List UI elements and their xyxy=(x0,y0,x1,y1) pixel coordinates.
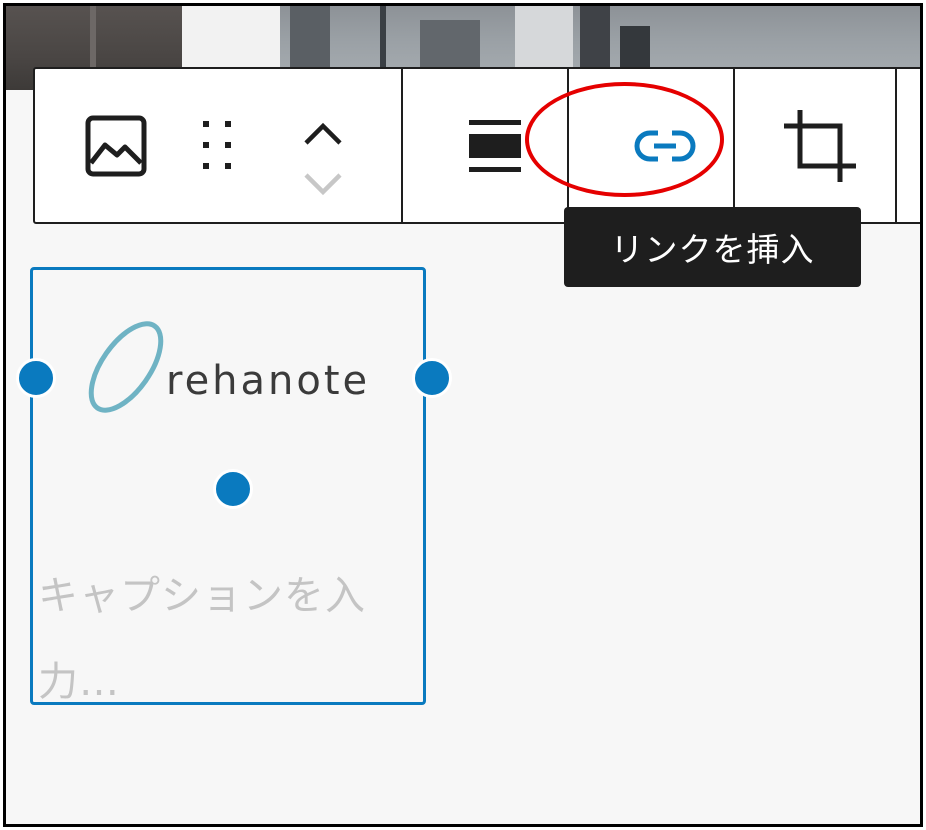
block-toolbar xyxy=(33,67,920,224)
selected-image-block[interactable]: rehanote キャプションを入力… xyxy=(16,267,452,705)
align-button[interactable] xyxy=(445,69,545,222)
link-tooltip: リンクを挿入 xyxy=(564,207,861,287)
toolbar-divider xyxy=(567,69,569,222)
drag-handle-button[interactable] xyxy=(193,69,243,222)
editor-canvas: リンクを挿入 rehanote キャプションを入力… xyxy=(3,3,923,827)
logo-text: rehanote xyxy=(166,358,371,404)
toolbar-divider xyxy=(895,69,897,222)
resize-handle-left[interactable] xyxy=(16,358,56,398)
crop-button[interactable] xyxy=(765,69,875,222)
link-icon xyxy=(634,130,696,161)
image-icon xyxy=(85,115,147,176)
image-block-button[interactable] xyxy=(81,69,151,222)
crop-icon xyxy=(784,109,856,182)
resize-handle-bottom[interactable] xyxy=(213,469,253,509)
move-down-button[interactable] xyxy=(293,164,353,204)
align-icon xyxy=(469,119,521,172)
move-down-icon xyxy=(304,173,342,196)
tooltip-text: リンクを挿入 xyxy=(610,230,815,269)
toolbar-divider xyxy=(401,69,403,222)
move-up-icon xyxy=(304,122,342,145)
resize-handle-right[interactable] xyxy=(412,358,452,398)
insert-link-button[interactable] xyxy=(600,69,730,222)
caption-input[interactable]: キャプションを入力… xyxy=(38,553,418,725)
move-up-button[interactable] xyxy=(293,99,353,169)
toolbar-divider xyxy=(733,69,735,222)
rehanote-logo: rehanote xyxy=(78,315,368,415)
drag-handle-icon xyxy=(203,120,231,169)
